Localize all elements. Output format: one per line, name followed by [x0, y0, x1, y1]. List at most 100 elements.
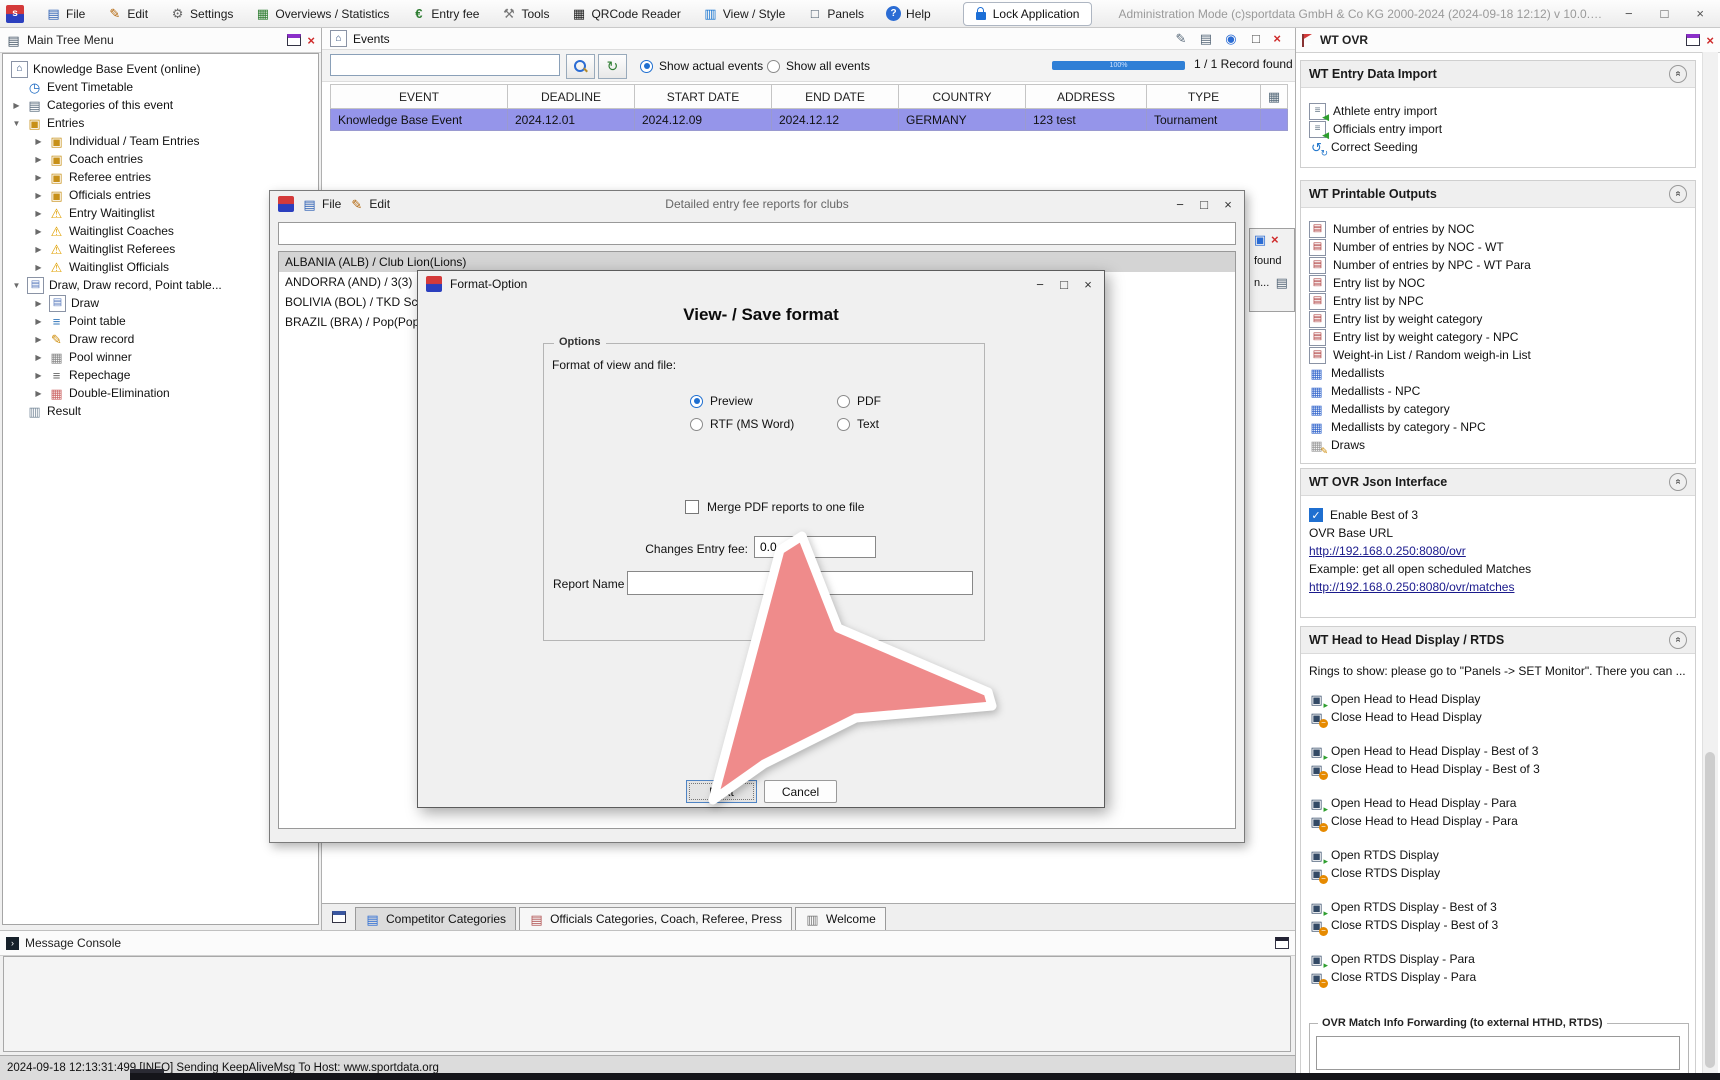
ovr-item[interactable]: ≡◀Officials entry import: [1301, 120, 1695, 138]
chevron-right-icon[interactable]: ▶: [33, 353, 44, 362]
fee-minimize-icon[interactable]: −: [1172, 197, 1188, 212]
fee-close-icon[interactable]: ×: [1220, 197, 1236, 212]
chevron-right-icon[interactable]: ▶: [33, 173, 44, 182]
chevron-right-icon[interactable]: ▶: [33, 227, 44, 236]
menu-tools[interactable]: ⚒Tools: [501, 6, 549, 21]
fee-file-menu[interactable]: ▤File: [302, 197, 341, 212]
chevron-right-icon[interactable]: ▶: [33, 137, 44, 146]
forwarding-input[interactable]: [1316, 1036, 1680, 1070]
ovr-item[interactable]: ▤Entry list by weight category - NPC: [1301, 328, 1695, 346]
e_rec-icon[interactable]: ◉: [1223, 31, 1238, 46]
format-radio-text[interactable]: Text: [837, 417, 879, 431]
menu-edit[interactable]: ✎Edit: [107, 6, 148, 21]
tab-competitor-categories[interactable]: ▤Competitor Categories: [355, 907, 516, 930]
refresh-button[interactable]: ↻: [598, 54, 627, 79]
radio-show-all-events[interactable]: Show all events: [767, 59, 870, 73]
detach-tab-icon[interactable]: [332, 911, 346, 923]
close-display-item[interactable]: ▣−Close Head to Head Display - Best of 3: [1301, 760, 1695, 778]
chevron-down-icon[interactable]: ▼: [11, 119, 22, 128]
ovr-item[interactable]: ▦Medallists: [1301, 364, 1695, 382]
dialog-maximize-icon[interactable]: □: [1056, 277, 1072, 292]
ovr-scrollbar[interactable]: [1702, 52, 1718, 1078]
search-button[interactable]: [566, 54, 595, 79]
sliver-close-icon[interactable]: ×: [1271, 233, 1279, 246]
menu-overviews-statistics[interactable]: ▦Overviews / Statistics: [255, 6, 389, 21]
ovr-maximize-icon[interactable]: [1686, 34, 1700, 46]
chevron-right-icon[interactable]: ▶: [33, 335, 44, 344]
column-header[interactable]: ADDRESS: [1026, 85, 1147, 109]
open-display-item[interactable]: ▣▸Open RTDS Display: [1301, 846, 1695, 864]
matches-url-link[interactable]: http://192.168.0.250:8080/ovr/matches: [1301, 578, 1695, 596]
ovr-item[interactable]: ▤Number of entries by NPC - WT Para: [1301, 256, 1695, 274]
panel-maximize-icon[interactable]: [287, 34, 301, 46]
column-header[interactable]: DEADLINE: [508, 85, 635, 109]
tree-item[interactable]: ▶▣Referee entries: [3, 168, 318, 186]
chevron-right-icon[interactable]: ▶: [33, 191, 44, 200]
ovr-item[interactable]: ▦✎Draws: [1301, 436, 1695, 454]
minimize-icon[interactable]: −: [1625, 6, 1633, 21]
chevron-right-icon[interactable]: ▶: [33, 299, 44, 308]
tree-item[interactable]: ▶▣Individual / Team Entries: [3, 132, 318, 150]
column-header[interactable]: END DATE: [772, 85, 899, 109]
ovr-item[interactable]: ▦Medallists by category: [1301, 400, 1695, 418]
club-row[interactable]: ALBANIA (ALB) / Club Lion(Lions): [279, 252, 1235, 272]
tab-officials-categories-coach-referee-press[interactable]: ▤Officials Categories, Coach, Referee, P…: [519, 907, 792, 930]
tree-item[interactable]: ⌂Knowledge Base Event (online): [3, 60, 318, 78]
e_copy-icon[interactable]: ▤: [1198, 31, 1213, 46]
fee-edit-menu[interactable]: ✎Edit: [349, 197, 390, 212]
events-close-icon[interactable]: ×: [1273, 32, 1281, 45]
close-display-item[interactable]: ▣−Close Head to Head Display: [1301, 708, 1695, 726]
chevron-right-icon[interactable]: ▶: [11, 101, 22, 110]
chevron-down-icon[interactable]: ▼: [11, 281, 22, 290]
fee-maximize-icon[interactable]: □: [1196, 197, 1212, 212]
taskbar-strip[interactable]: [130, 1073, 1720, 1080]
close-icon[interactable]: ×: [1696, 6, 1704, 21]
event-row[interactable]: Knowledge Base Event2024.12.012024.12.09…: [331, 109, 1288, 131]
chevron-right-icon[interactable]: ▶: [33, 263, 44, 272]
radio-show-actual-events[interactable]: Show actual events: [640, 59, 763, 73]
cancel-button[interactable]: Cancel: [764, 780, 837, 803]
menu-view-style[interactable]: ▥View / Style: [703, 6, 785, 21]
menu-entry-fee[interactable]: €Entry fee: [411, 6, 479, 21]
chevron-right-icon[interactable]: ▶: [33, 155, 44, 164]
collapse-chevron-icon[interactable]: «: [1669, 473, 1687, 491]
format-radio-pdf[interactable]: PDF: [837, 394, 881, 408]
sliver-maximize-icon[interactable]: ▣: [1254, 232, 1266, 247]
tree-item[interactable]: ▼▣Entries: [3, 114, 318, 132]
column-header[interactable]: TYPE: [1147, 85, 1261, 109]
tab-welcome[interactable]: ▥Welcome: [795, 907, 886, 930]
column-header[interactable]: START DATE: [635, 85, 772, 109]
console-maximize-icon[interactable]: [1275, 937, 1289, 949]
menu-qrcode-reader[interactable]: ▦QRCode Reader: [571, 6, 680, 21]
next-button[interactable]: Next: [686, 780, 757, 803]
events-search-input[interactable]: [330, 54, 560, 76]
merge-pdf-checkbox[interactable]: Merge PDF reports to one file: [685, 500, 864, 514]
maximize-icon[interactable]: □: [1661, 6, 1669, 21]
dialog-close-icon[interactable]: ×: [1080, 277, 1096, 292]
menu-panels[interactable]: □Panels: [807, 6, 864, 21]
close-display-item[interactable]: ▣−Close Head to Head Display - Para: [1301, 812, 1695, 830]
fee-filter-input[interactable]: [278, 222, 1236, 245]
open-display-item[interactable]: ▣▸Open Head to Head Display: [1301, 690, 1695, 708]
close-display-item[interactable]: ▣−Close RTDS Display - Para: [1301, 968, 1695, 986]
e_edit-icon[interactable]: ✎: [1173, 31, 1188, 46]
tree-item[interactable]: ▶▣Coach entries: [3, 150, 318, 168]
collapse-chevron-icon[interactable]: «: [1669, 631, 1687, 649]
enable-best-of-3-checkbox[interactable]: ✓Enable Best of 3: [1301, 506, 1695, 524]
column-header[interactable]: EVENT: [331, 85, 508, 109]
chevron-right-icon[interactable]: ▶: [33, 371, 44, 380]
tree-item[interactable]: ◷Event Timetable: [3, 78, 318, 96]
menu-settings[interactable]: ⚙Settings: [170, 6, 233, 21]
chevron-right-icon[interactable]: ▶: [33, 209, 44, 218]
column-header[interactable]: COUNTRY: [899, 85, 1026, 109]
tree-item[interactable]: ▶▤Categories of this event: [3, 96, 318, 114]
ovr-scrollbar-thumb[interactable]: [1705, 752, 1715, 1068]
close-display-item[interactable]: ▣−Close RTDS Display - Best of 3: [1301, 916, 1695, 934]
lock-application-button[interactable]: Lock Application: [963, 2, 1093, 26]
changes-entry-fee-input[interactable]: [754, 536, 876, 558]
base-url-link[interactable]: http://192.168.0.250:8080/ovr: [1301, 542, 1695, 560]
ovr-item[interactable]: ▤Entry list by weight category: [1301, 310, 1695, 328]
open-display-item[interactable]: ▣▸Open RTDS Display - Para: [1301, 950, 1695, 968]
ovr-item[interactable]: ▤Weight-in List / Random weigh-in List: [1301, 346, 1695, 364]
panel-close-icon[interactable]: ×: [307, 34, 315, 47]
